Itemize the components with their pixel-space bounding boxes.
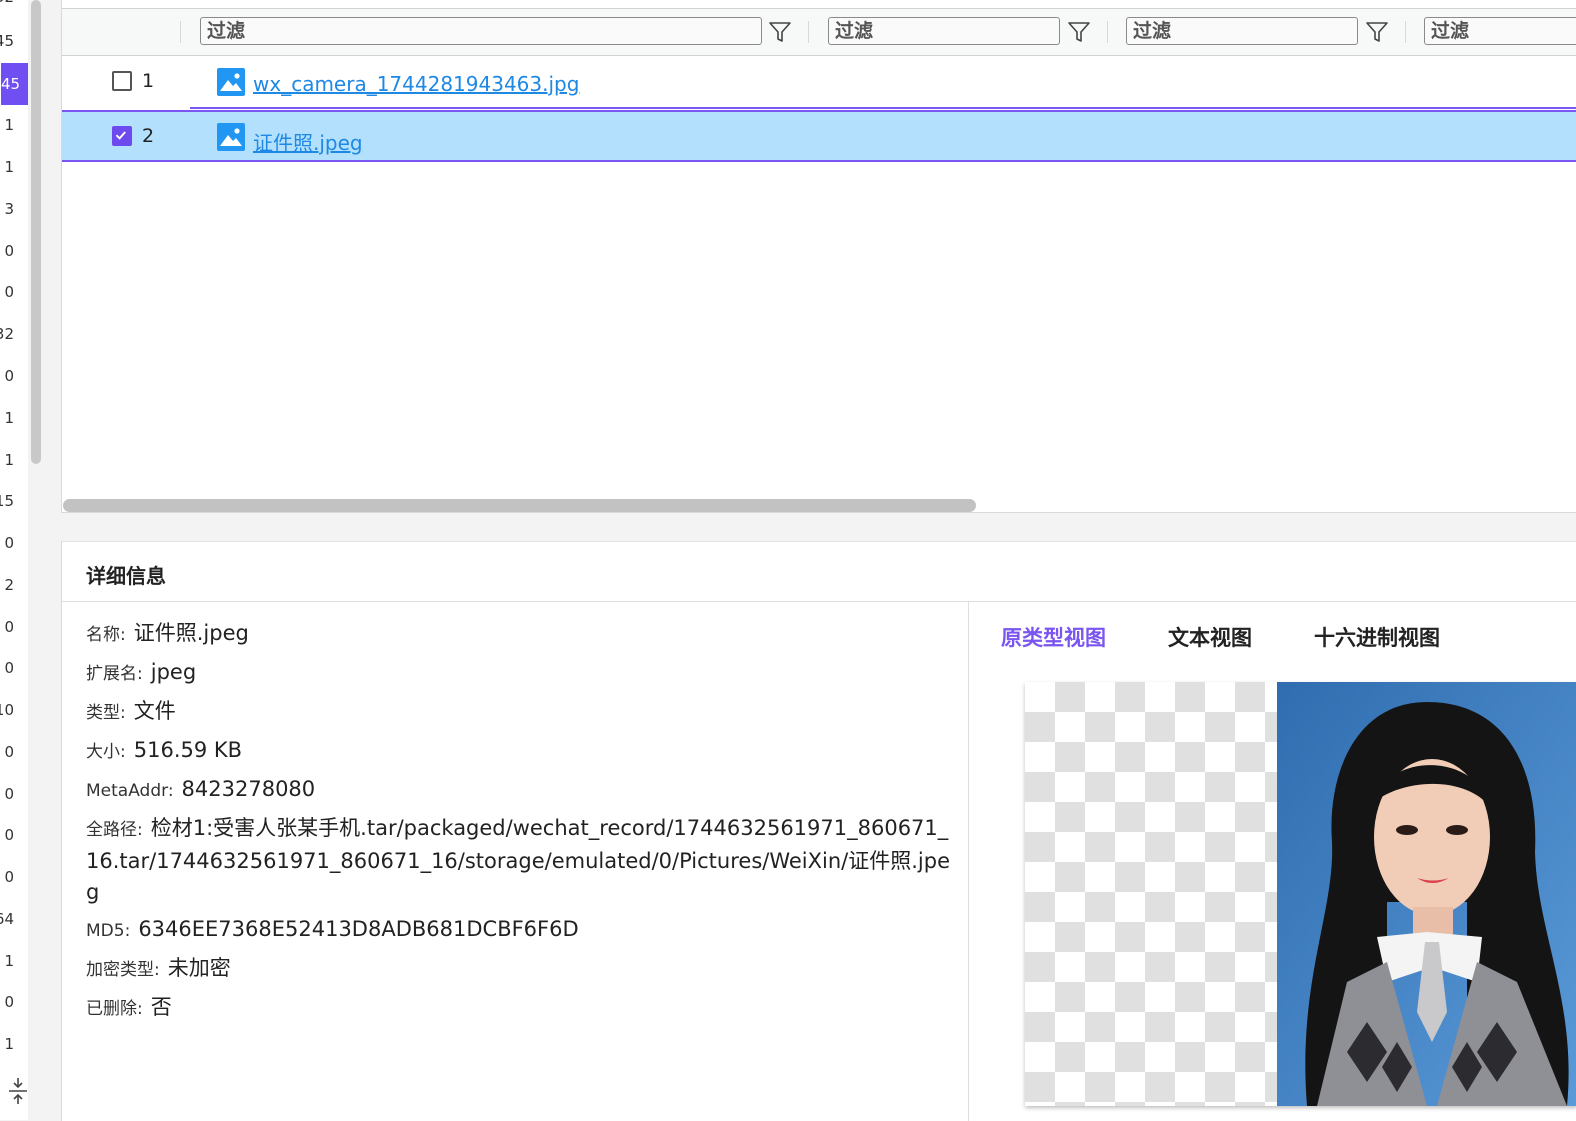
count-column: 32 45 45 1 1 3 0 0 32 0 1 1 15 0 2 0 0 1… (0, 0, 28, 1120)
image-preview (1025, 682, 1576, 1106)
count-item[interactable]: 1 (0, 116, 14, 134)
prop-md5: MD5: 6346EE7368E52413D8ADB681DCBF6F6D (86, 914, 956, 947)
prop-key: 类型: (86, 703, 126, 723)
prop-value: 6346EE7368E52413D8ADB681DCBF6F6D (138, 917, 579, 941)
prop-value: 8423278080 (181, 777, 316, 801)
prop-value: 未加密 (167, 956, 231, 980)
filter-input-col4[interactable] (1424, 17, 1576, 45)
portrait-photo (1277, 682, 1576, 1106)
count-item[interactable]: 2 (0, 576, 14, 594)
prop-encryption: 加密类型: 未加密 (86, 953, 956, 986)
row-checkbox-checked[interactable] (112, 126, 132, 146)
filter-input-name[interactable] (200, 17, 762, 45)
column-separator[interactable] (180, 21, 181, 43)
filter-icon[interactable] (1066, 19, 1092, 45)
count-item[interactable]: 0 (0, 743, 14, 761)
row-number: 1 (142, 70, 155, 92)
filter-row (62, 8, 1576, 56)
prop-size: 大小: 516.59 KB (86, 735, 956, 768)
prop-deleted: 已删除: 否 (86, 992, 956, 1025)
count-item[interactable]: 0 (0, 868, 14, 886)
count-item[interactable]: 45 (0, 32, 14, 50)
count-item[interactable]: 0 (0, 242, 14, 260)
panel-separator (968, 602, 969, 1121)
prop-key: 大小: (86, 742, 126, 762)
filter-input-col2[interactable] (828, 17, 1060, 45)
prop-value: 检材1:受害人张某手机.tar/packaged/wechat_record/1… (86, 816, 950, 904)
count-item[interactable]: 32 (0, 0, 14, 6)
tab-text-view[interactable]: 文本视图 (1168, 622, 1252, 652)
column-separator[interactable] (1107, 21, 1108, 43)
prop-key: 已删除: (86, 999, 143, 1019)
count-item[interactable]: 64 (0, 910, 14, 928)
prop-value: 证件照.jpeg (133, 621, 249, 645)
row-number: 2 (142, 125, 155, 147)
table-row[interactable]: 1 wx_camera_1744281943463.jpg (62, 56, 1576, 108)
tab-hex-view[interactable]: 十六进制视图 (1314, 622, 1440, 652)
prop-key: 扩展名: (86, 664, 143, 684)
detail-panel: 详细信息 名称: 证件照.jpeg 扩展名: jpeg 类型: 文件 大小: 516.5… (61, 541, 1576, 1121)
count-item-selected[interactable]: 45 (1, 63, 28, 105)
row-focus-line (190, 107, 1576, 109)
filter-input-col3[interactable] (1126, 17, 1358, 45)
prop-key: 名称: (86, 625, 126, 645)
prop-full-path: 全路径: 检材1:受害人张某手机.tar/packaged/wechat_reco… (86, 813, 956, 908)
prop-value: 否 (150, 995, 172, 1019)
prop-value: 文件 (133, 699, 176, 723)
count-item[interactable]: 0 (0, 534, 14, 552)
prop-type: 类型: 文件 (86, 696, 956, 729)
count-item[interactable]: 0 (0, 367, 14, 385)
table-row-selected[interactable]: 2 证件照.jpeg (62, 110, 1576, 162)
count-item[interactable]: 0 (0, 785, 14, 803)
file-name-link[interactable]: wx_camera_1744281943463.jpg (253, 72, 579, 96)
prop-key: MetaAddr: (86, 781, 174, 801)
collapse-icon[interactable] (8, 1076, 28, 1106)
horizontal-scrollbar[interactable] (63, 499, 976, 512)
prop-key: 加密类型: (86, 960, 160, 980)
image-file-icon (217, 123, 245, 151)
count-item[interactable]: 1 (0, 1035, 14, 1053)
count-item[interactable]: 32 (0, 325, 14, 343)
file-name-link[interactable]: 证件照.jpeg (253, 127, 363, 156)
row-checkbox[interactable] (112, 71, 132, 91)
count-item[interactable]: 1 (0, 451, 14, 469)
prop-value: jpeg (150, 660, 197, 684)
count-item[interactable]: 0 (0, 826, 14, 844)
count-item[interactable]: 0 (0, 659, 14, 677)
count-item[interactable]: 0 (0, 618, 14, 636)
prop-key: MD5: (86, 921, 131, 941)
count-item[interactable]: 1 (0, 409, 14, 427)
count-item[interactable]: 1 (0, 158, 14, 176)
count-item[interactable]: 1 (0, 952, 14, 970)
left-scrollbar[interactable] (31, 0, 41, 464)
count-item[interactable]: 3 (0, 200, 14, 218)
count-item[interactable]: 10 (0, 701, 14, 719)
tab-original-view[interactable]: 原类型视图 (1001, 622, 1106, 652)
column-separator[interactable] (1405, 21, 1406, 43)
count-item[interactable]: 0 (0, 993, 14, 1011)
count-item[interactable]: 0 (0, 283, 14, 301)
prop-extension: 扩展名: jpeg (86, 657, 956, 690)
property-list: 名称: 证件照.jpeg 扩展名: jpeg 类型: 文件 大小: 516.59 KB … (86, 618, 956, 1031)
count-item[interactable]: 15 (0, 492, 14, 510)
detail-title: 详细信息 (86, 564, 166, 588)
filter-icon[interactable] (767, 19, 793, 45)
file-grid: 1 wx_camera_1744281943463.jpg 2 证件照.jpeg (61, 0, 1576, 513)
prop-value: 516.59 KB (133, 738, 243, 762)
image-file-icon (217, 68, 245, 96)
column-separator[interactable] (808, 21, 809, 43)
prop-name: 名称: 证件照.jpeg (86, 618, 956, 651)
divider (62, 601, 1576, 602)
filter-icon[interactable] (1364, 19, 1390, 45)
checkmark-icon (115, 131, 126, 140)
prop-key: 全路径: (86, 820, 143, 840)
prop-metaaddr: MetaAddr: 8423278080 (86, 774, 956, 807)
